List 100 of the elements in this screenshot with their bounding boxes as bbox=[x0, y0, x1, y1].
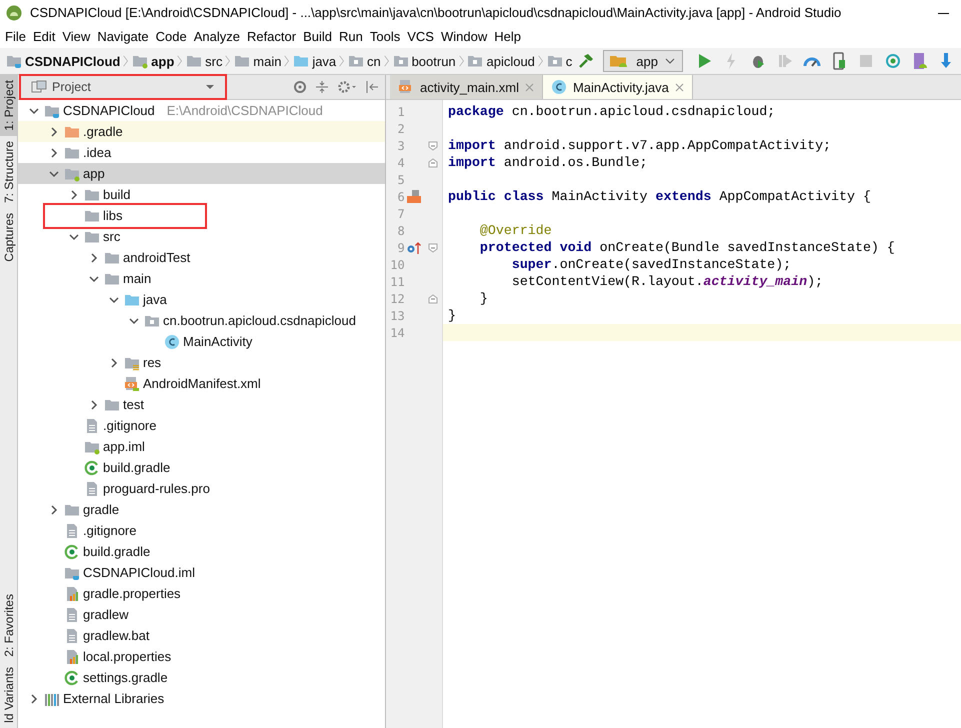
folder-icon bbox=[392, 53, 409, 69]
tree-item-label[interactable]: test bbox=[123, 397, 144, 412]
close-icon[interactable] bbox=[674, 82, 684, 92]
menu-item[interactable]: Build bbox=[302, 29, 338, 44]
menu-item[interactable]: Analyze bbox=[192, 29, 245, 44]
menu-item[interactable]: Navigate bbox=[96, 29, 154, 44]
tree-item-label[interactable]: local.properties bbox=[83, 649, 172, 664]
tool-window-tab[interactable]: 7: Structure bbox=[0, 136, 17, 208]
tree-item-label[interactable]: src bbox=[103, 229, 120, 244]
tree-item-label[interactable]: java bbox=[143, 292, 167, 307]
folder-icon bbox=[467, 53, 484, 69]
line-number: 1 bbox=[396, 104, 405, 118]
project-view-dropdown[interactable]: Project bbox=[19, 74, 227, 100]
code-line: } bbox=[447, 308, 456, 323]
tree-item-label[interactable]: gradle.properties bbox=[83, 586, 181, 601]
tree-item-label[interactable]: app.iml bbox=[103, 439, 145, 454]
breadcrumb[interactable]: java bbox=[293, 53, 336, 69]
menu-item[interactable]: VCS bbox=[406, 29, 439, 44]
line-number: 3 bbox=[396, 138, 405, 152]
class-icon bbox=[550, 79, 567, 95]
tree-item-label[interactable]: External Libraries bbox=[63, 691, 164, 706]
breadcrumb[interactable]: CSDNAPICloud bbox=[6, 53, 120, 69]
breadcrumb[interactable]: src bbox=[186, 53, 222, 69]
tree-item-label[interactable]: app bbox=[83, 166, 105, 181]
tree-row[interactable]: .gradle bbox=[18, 121, 385, 142]
project-path: E:\Android\CSDNAPICloud bbox=[166, 103, 323, 118]
breadcrumb[interactable]: cn bbox=[348, 53, 381, 69]
code-line: package cn.bootrun.apicloud.csdnapicloud; bbox=[447, 104, 776, 119]
file-icon bbox=[64, 522, 80, 538]
tree-item-label[interactable]: gradle bbox=[83, 502, 120, 517]
sync-icon[interactable] bbox=[884, 52, 902, 70]
line-number: 2 bbox=[396, 122, 405, 136]
menu-item[interactable]: View bbox=[61, 29, 96, 44]
tool-window-tab[interactable]: 2: Favorites bbox=[0, 589, 17, 662]
tree-item-label[interactable]: settings.gradle bbox=[83, 670, 168, 685]
tool-window-tab[interactable]: 1: Project bbox=[0, 75, 17, 136]
xml-file-icon bbox=[124, 376, 140, 392]
code-line: @Override bbox=[478, 223, 552, 238]
override-marker-icon[interactable] bbox=[406, 240, 422, 254]
breadcrumb[interactable]: main bbox=[234, 53, 282, 69]
breadcrumb[interactable]: bootrun bbox=[392, 53, 456, 69]
tree-item-label[interactable]: .gradle bbox=[83, 124, 123, 139]
hide-panel-icon[interactable] bbox=[365, 80, 379, 94]
collapse-all-icon[interactable] bbox=[315, 80, 329, 94]
tree-item-label[interactable]: CSDNAPICloud bbox=[63, 103, 155, 118]
tree-item-label[interactable]: build.gradle bbox=[103, 460, 170, 475]
breadcrumb[interactable]: apicloud bbox=[467, 53, 535, 69]
hammer-icon[interactable] bbox=[576, 52, 595, 70]
line-number: 12 bbox=[389, 292, 405, 306]
tree-item-label[interactable]: proguard-rules.pro bbox=[103, 481, 210, 496]
breadcrumb[interactable]: app bbox=[132, 53, 174, 69]
menu-item[interactable]: Run bbox=[338, 29, 368, 44]
tree-item-label[interactable]: androidTest bbox=[123, 250, 190, 265]
editor-tab[interactable]: MainActivity.java bbox=[542, 75, 693, 99]
tool-window-tab[interactable]: ld Variants bbox=[0, 662, 17, 728]
fold-marker-icon[interactable] bbox=[428, 292, 438, 304]
tree-item-label[interactable]: MainActivity bbox=[183, 334, 252, 349]
xml-file-icon bbox=[398, 79, 414, 95]
menu-item[interactable]: Tools bbox=[368, 29, 406, 44]
folder-icon bbox=[348, 53, 364, 69]
editor-tab[interactable]: activity_main.xml bbox=[390, 75, 543, 99]
tree-item-label[interactable]: CSDNAPICloud.iml bbox=[83, 565, 195, 580]
tree-row[interactable]: app bbox=[18, 163, 385, 184]
caret-icon bbox=[205, 84, 215, 90]
run-configuration-dropdown[interactable]: app bbox=[603, 50, 683, 72]
tree-item-label[interactable]: AndroidManifest.xml bbox=[143, 376, 261, 391]
tree-item-label[interactable]: .idea bbox=[83, 145, 112, 160]
tree-item-label[interactable]: build bbox=[103, 187, 130, 202]
device-manager-icon[interactable] bbox=[911, 52, 930, 70]
gradle-icon bbox=[64, 544, 80, 560]
menu-item[interactable]: Code bbox=[154, 29, 192, 44]
fold-marker-icon[interactable] bbox=[428, 140, 438, 152]
menu-item[interactable]: Refactor bbox=[246, 29, 302, 44]
android-studio-logo-icon bbox=[6, 4, 22, 20]
line-number: 10 bbox=[389, 258, 405, 272]
breadcrumb[interactable]: c bbox=[546, 53, 572, 69]
tree-item-label[interactable]: gradlew bbox=[83, 607, 129, 622]
line-number: 14 bbox=[389, 326, 405, 340]
locate-icon[interactable] bbox=[293, 80, 307, 94]
tree-item-label[interactable]: build.gradle bbox=[83, 544, 150, 559]
menu-item[interactable]: Edit bbox=[32, 29, 60, 44]
menu-item[interactable]: File bbox=[4, 29, 31, 44]
line-number: 7 bbox=[396, 206, 405, 220]
tree-item-label[interactable]: .gitignore bbox=[83, 523, 136, 538]
fold-marker-icon[interactable] bbox=[428, 242, 438, 254]
layout-marker-icon[interactable] bbox=[406, 189, 422, 204]
fold-marker-icon[interactable] bbox=[428, 156, 438, 168]
menu-item[interactable]: Window bbox=[440, 29, 492, 44]
window-icon bbox=[31, 80, 47, 94]
tree-item-label[interactable]: res bbox=[143, 355, 162, 370]
folder-icon bbox=[234, 53, 250, 69]
tree-item-label[interactable]: .gitignore bbox=[103, 418, 156, 433]
line-number: 6 bbox=[396, 190, 405, 204]
tree-item-label[interactable]: main bbox=[123, 271, 152, 286]
tree-item-label[interactable]: cn.bootrun.apicloud.csdnapicloud bbox=[163, 313, 356, 328]
settings-icon[interactable] bbox=[337, 80, 357, 94]
menu-item[interactable]: Help bbox=[493, 29, 526, 44]
tree-item-label[interactable]: gradlew.bat bbox=[83, 628, 150, 643]
tree-item-label[interactable]: libs bbox=[103, 208, 123, 223]
tool-window-tab[interactable]: Captures bbox=[0, 208, 17, 266]
